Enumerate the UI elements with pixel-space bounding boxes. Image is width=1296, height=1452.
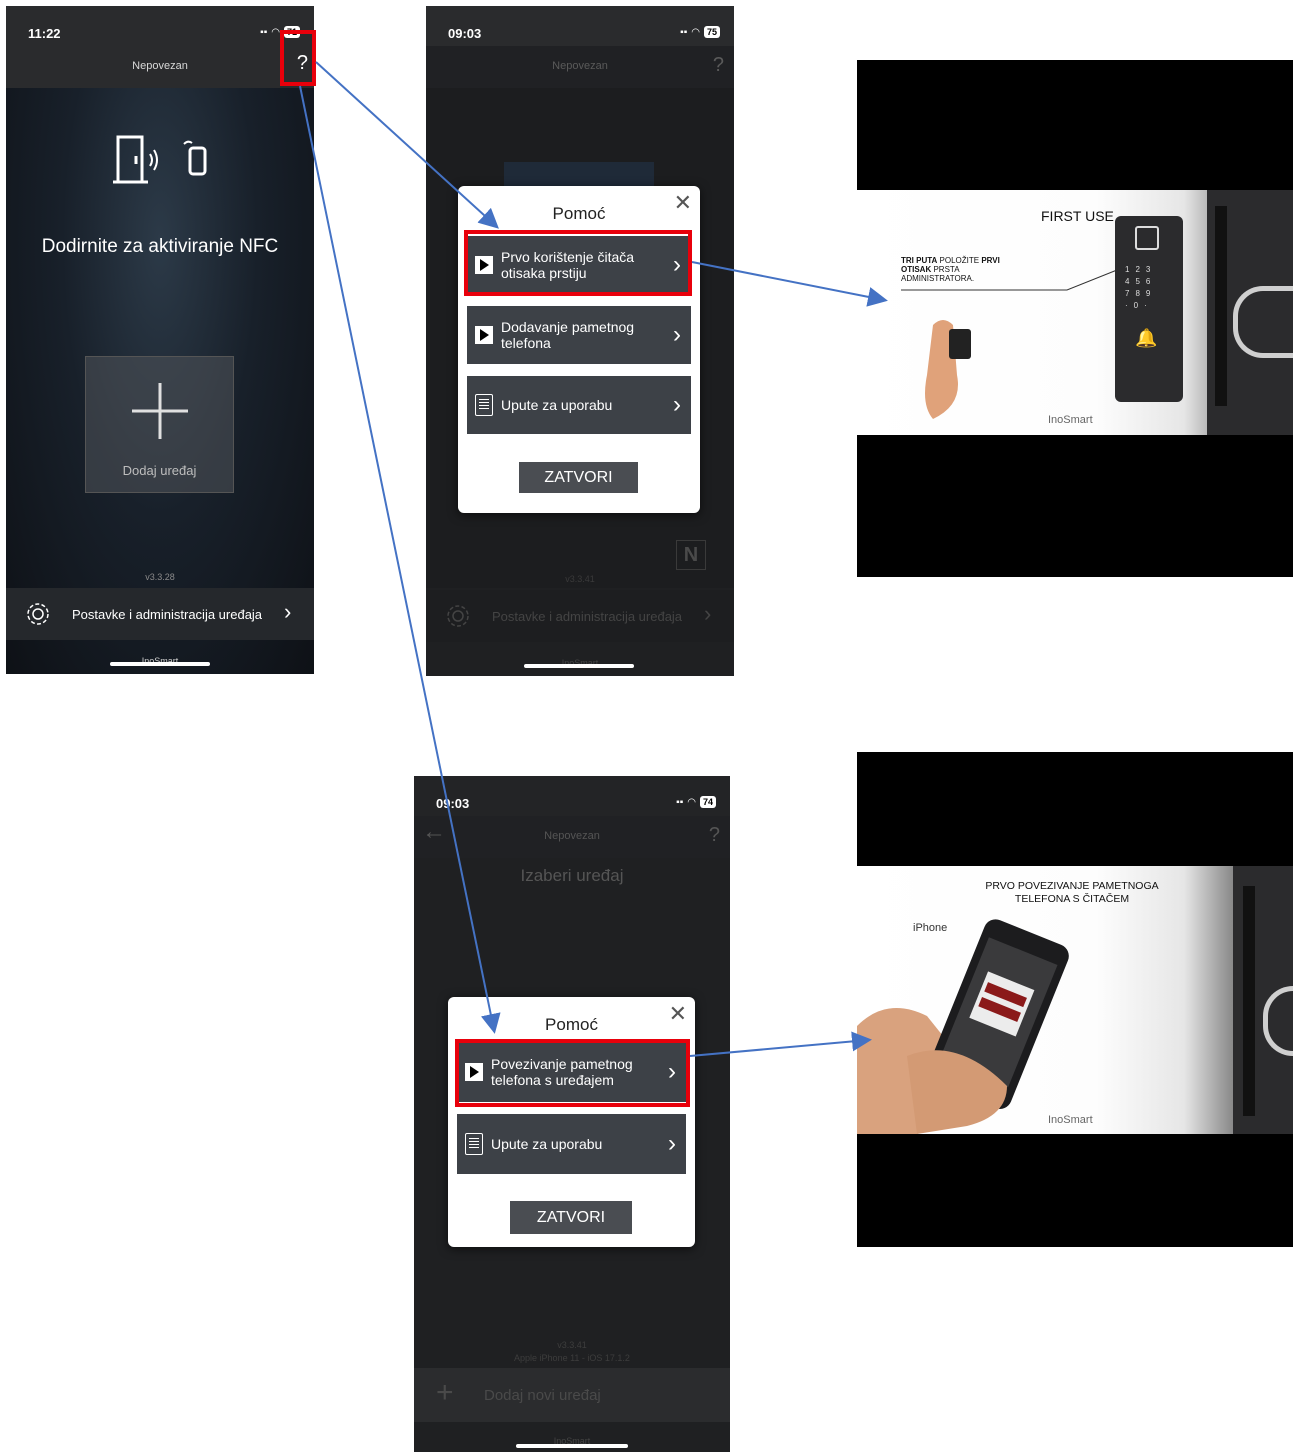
close-button[interactable]: ZATVORI	[519, 462, 638, 493]
settings-bar[interactable]: Postavke i administracija uređaja ›	[426, 590, 734, 642]
finger-illustration	[925, 320, 971, 419]
help-button[interactable]: ?	[713, 54, 724, 77]
status-icons: ▪▪ ◠ 74	[676, 796, 716, 808]
status-bar: 09:03 ▪▪ ◠ 74	[414, 776, 730, 816]
version-text: v3.3.28	[145, 572, 175, 582]
device-info-text: Apple iPhone 11 - iOS 17.1.2	[514, 1353, 630, 1363]
door-frame	[1233, 866, 1293, 1134]
settings-label: Postavke i administracija uređaja	[492, 609, 683, 624]
home-indicator	[524, 664, 634, 668]
status-time: 11:22	[28, 26, 61, 41]
help-button[interactable]: ?	[709, 824, 720, 847]
gear-icon	[27, 603, 49, 625]
keypad: 123 456 789·0·	[1125, 265, 1157, 310]
status-bar: 09:03 ▪▪ ◠ 75	[426, 6, 734, 46]
door-strip	[1215, 206, 1227, 406]
fingerprint-sensor-icon	[1135, 226, 1159, 250]
chevron-right-icon: ›	[668, 1130, 676, 1157]
gear-icon	[447, 605, 469, 627]
close-icon[interactable]: ✕	[669, 1003, 687, 1025]
video-first-use[interactable]: FIRST USE TRI PUTA POLOŽITE PRVI OTISAK …	[857, 60, 1293, 577]
video-connect-phone[interactable]: PRVO POVEZIVANJE PAMETNOGA TELEFONA S ČI…	[857, 752, 1293, 1247]
hand-with-phone-illustration	[857, 919, 1069, 1134]
nfc-icon: N	[676, 540, 706, 570]
highlight-first-use-item	[464, 230, 692, 296]
chevron-right-icon: ›	[673, 321, 681, 348]
bell-icon: 🔔	[1135, 328, 1158, 348]
video-title: PRVO POVEZIVANJE PAMETNOGA TELEFONA S ČI…	[947, 880, 1197, 906]
home-indicator	[110, 662, 210, 666]
nfc-activate-text[interactable]: Dodirnite za aktiviranje NFC	[6, 236, 314, 258]
nav-bar: Nepovezan ?	[6, 46, 314, 88]
signal-icon: ▪▪	[676, 796, 684, 808]
add-new-device-label: Dodaj novi uređaj	[484, 1387, 601, 1404]
play-icon	[475, 326, 493, 344]
door-strip	[1243, 886, 1255, 1116]
add-new-device-bar[interactable]: + Dodaj novi uređaj	[414, 1368, 730, 1422]
help-modal: Pomoć ✕ Povezivanje pametnog telefona s …	[448, 997, 695, 1247]
help-item-label: Dodavanje pametnog telefona	[501, 319, 635, 351]
help-item-label: Upute za uporabu	[491, 1136, 603, 1152]
fingerprint-reader: 123 456 789·0· 🔔	[1115, 216, 1183, 402]
close-icon[interactable]: ✕	[674, 192, 692, 214]
help-item-add-phone[interactable]: Dodavanje pametnog telefona ›	[467, 306, 691, 364]
door-handle	[1263, 986, 1293, 1056]
wifi-icon: ◠	[691, 26, 700, 38]
phone-screen-help-first: 09:03 ▪▪ ◠ 75 Nepovezan ? N v3.3.41 Postav…	[426, 6, 734, 676]
version-text: v3.3.41	[565, 574, 595, 584]
status-icons: ▪▪ ◠ 75	[680, 26, 720, 38]
phone-screen-help-select: 09:03 ▪▪ ◠ 74 ← Nepovezan ? Izaberi uređaj…	[414, 776, 730, 1452]
chevron-right-icon: ›	[284, 599, 292, 624]
select-device-heading: Izaberi uređaj	[520, 866, 624, 885]
brand-logo: InoSmart	[1048, 1114, 1093, 1126]
connection-status-title: Nepovezan	[552, 60, 608, 72]
modal-title: Pomoć	[545, 1015, 598, 1034]
connection-status-title: Nepovezan	[544, 830, 600, 842]
video-frame: FIRST USE TRI PUTA POLOŽITE PRVI OTISAK …	[857, 190, 1293, 435]
version-text: v3.3.41	[557, 1340, 587, 1350]
document-icon	[465, 1133, 483, 1155]
wifi-icon: ◠	[687, 796, 696, 808]
nav-bar: Nepovezan ?	[426, 46, 734, 88]
signal-icon: ▪▪	[680, 26, 688, 38]
door-frame	[1207, 190, 1293, 435]
modal-title: Pomoć	[552, 204, 606, 223]
video-title: FIRST USE	[1041, 208, 1114, 224]
phone-screen-home: 11:22 ▪▪ ◠ 71 Nepovezan ? Dodirnite za akt…	[6, 6, 314, 674]
chevron-right-icon: ›	[704, 601, 712, 626]
plus-icon	[132, 383, 188, 439]
home-indicator	[516, 1444, 628, 1448]
plus-icon: +	[436, 1376, 454, 1409]
battery-icon: 75	[703, 26, 720, 38]
video-frame: PRVO POVEZIVANJE PAMETNOGA TELEFONA S ČI…	[857, 866, 1293, 1134]
settings-label: Postavke i administracija uređaja	[72, 607, 263, 622]
battery-icon: 74	[699, 796, 716, 808]
highlight-help-button	[280, 30, 316, 86]
add-device-button[interactable]: Dodaj uređaj	[85, 356, 234, 493]
help-item-label: Upute za uporabu	[501, 397, 613, 413]
door-nfc-icon	[113, 135, 207, 184]
status-time: 09:03	[448, 26, 482, 41]
nav-bar: ← Nepovezan ?	[414, 816, 730, 858]
brand-logo: InoSmart	[1048, 414, 1093, 426]
highlight-connect-phone-item	[455, 1039, 690, 1107]
signal-icon: ▪▪	[260, 26, 268, 38]
wifi-icon: ◠	[271, 26, 280, 38]
video-title-line: PRVO POVEZIVANJE PAMETNOGA	[985, 880, 1159, 892]
settings-bar[interactable]: Postavke i administracija uređaja ›	[6, 588, 314, 640]
document-icon	[475, 394, 493, 416]
help-item-manual[interactable]: Upute za uporabu ›	[467, 376, 691, 434]
status-bar: 11:22 ▪▪ ◠ 71	[6, 6, 314, 46]
close-button[interactable]: ZATVORI	[510, 1201, 632, 1234]
help-item-manual[interactable]: Upute za uporabu ›	[457, 1114, 686, 1174]
status-time: 09:03	[436, 796, 470, 811]
video-title-line: TELEFONA S ČITAČEM	[1014, 893, 1130, 905]
connection-status-title: Nepovezan	[132, 60, 188, 72]
add-device-label: Dodaj uređaj	[122, 463, 197, 478]
chevron-right-icon: ›	[673, 391, 681, 418]
door-handle	[1233, 286, 1293, 358]
